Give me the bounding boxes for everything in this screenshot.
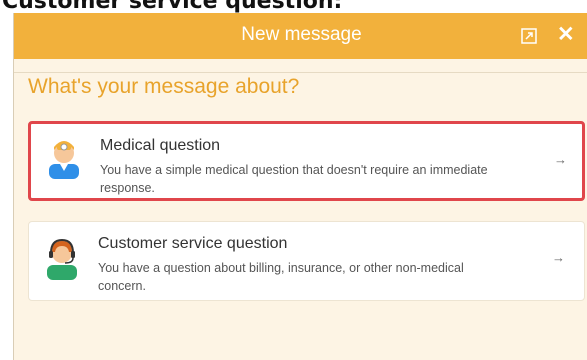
option-description: You have a simple medical question that … xyxy=(100,163,488,195)
dialog-title: New message xyxy=(241,24,362,45)
prompt-heading: What's your message about? xyxy=(28,75,300,98)
option-title: Customer service question xyxy=(98,235,288,252)
page-caption: Customer service question: xyxy=(2,0,343,14)
divider xyxy=(14,72,587,73)
expand-icon[interactable] xyxy=(521,28,537,44)
medical-question-option[interactable]: Medical question You have a simple medic… xyxy=(28,121,585,201)
customer-service-option[interactable]: Customer service question You have a que… xyxy=(28,221,585,301)
arrow-right-icon: → xyxy=(552,250,565,265)
option-description: You have a question about billing, insur… xyxy=(98,261,464,293)
doctor-avatar-icon xyxy=(49,141,79,179)
option-title: Medical question xyxy=(100,137,221,154)
headset-agent-avatar-icon xyxy=(47,238,77,280)
dialog-header: New message ✕ xyxy=(14,13,587,59)
arrow-right-icon: → xyxy=(554,152,567,167)
close-icon[interactable]: ✕ xyxy=(557,23,575,47)
new-message-dialog: New message ✕ What's your message about?… xyxy=(13,13,587,360)
